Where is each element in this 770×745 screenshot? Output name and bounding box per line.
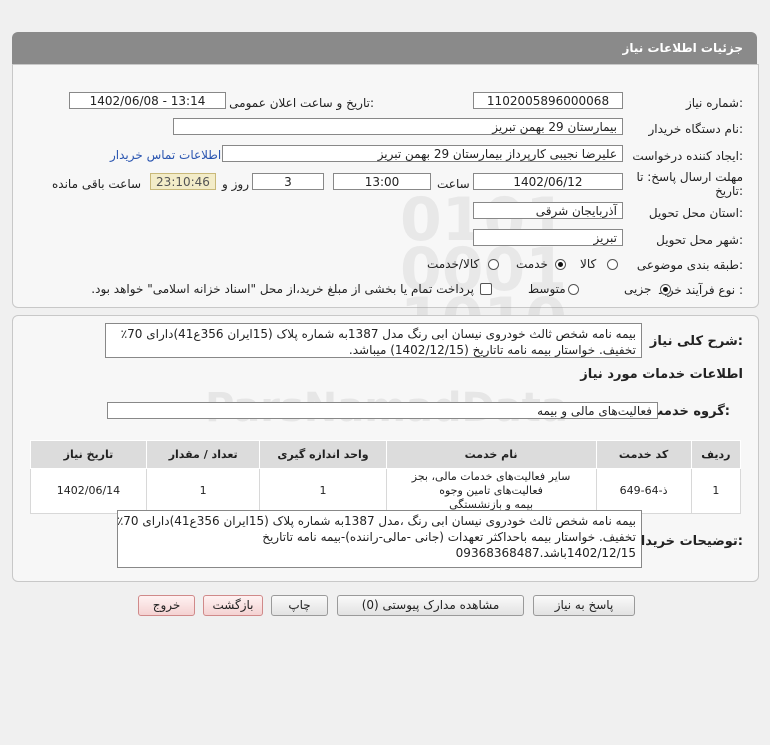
buyer-notes-line-2: تخفیف. خواستار بیمه باحداکثر تعهدات (جان… [262,530,636,544]
treasury-checkbox[interactable] [480,283,492,295]
remaining-timer: 23:10:46 [150,173,216,190]
table-header-row: ردیف کد خدمت نام خدمت واحد اندازه گیری ت… [30,440,742,469]
deadline-label-1: مهلت ارسال پاسخ: تا [636,170,743,184]
col-row: ردیف [690,440,742,469]
cell-row: 1 [690,468,742,514]
col-name: نام خدمت [385,440,597,469]
process-radio-minor[interactable] [660,284,671,295]
buyer-notes-line-1: بیمه نامه شخص ثالث خودروی نیسان ابی رنگ … [117,514,636,528]
deadline-date-field: 1402/06/12 [473,173,623,190]
col-qty: تعداد / مقدار [145,440,261,469]
province-label: استان محل تحویل: [648,206,743,220]
col-date: تاریخ نیاز [30,440,147,469]
summary-line-2: تخفیف. خواستار بیمه نامه تاتاریخ (1402/1… [348,343,636,357]
cell-name-line-1: سایر فعالیت‌های خدمات مالی، بجز فعالیت‌ه… [411,470,571,497]
process-option-medium: متوسط [528,282,566,296]
deadline-label-2: تاریخ: [715,184,743,198]
deadline-time-label: ساعت [437,177,470,191]
summary-label: شرح کلی نیاز: [649,334,743,349]
category-option-goods-service: کالا/خدمت [427,257,480,271]
treasury-note: پرداخت تمام یا بخشی از مبلغ خرید،از محل … [91,282,474,296]
process-radio-medium[interactable] [568,284,579,295]
buyer-notes-label: توضیحات خریدار: [633,534,743,549]
requester-label: ایجاد کننده درخواست: [632,149,743,163]
reply-button[interactable]: پاسخ به نیاز [533,595,635,616]
deadline-time-field: 13:00 [333,173,431,190]
table-row: 1 ذ-64-649 سایر فعالیت‌های خدمات مالی، ب… [30,468,742,514]
category-radio-goods-service[interactable] [488,259,499,270]
need-number-field: 1102005896000068 [473,92,623,109]
remaining-label: ساعت باقی مانده [52,177,142,191]
buyer-notes-text: بیمه نامه شخص ثالث خودروی نیسان ابی رنگ … [117,510,642,568]
announce-label: تاریخ و ساعت اعلان عمومی: [229,96,374,110]
service-group-label: گروه خدمت: [650,404,730,419]
print-button[interactable]: چاپ [271,595,328,616]
col-code: کد خدمت [595,440,692,469]
service-group-field: فعالیت‌های مالی و بیمه [107,402,658,419]
category-radio-service[interactable] [555,259,566,270]
need-number-label: شماره نیاز: [685,96,743,110]
cell-name: سایر فعالیت‌های خدمات مالی، بجز فعالیت‌ه… [385,468,597,514]
province-field: آذربایجان شرقی [473,202,623,219]
cell-qty: 1 [145,468,261,514]
city-label: شهر محل تحویل: [656,233,743,247]
category-option-service: خدمت [516,257,548,271]
days-field: 3 [252,173,324,190]
cell-code: ذ-64-649 [595,468,692,514]
col-unit: واحد اندازه گیری [259,440,387,469]
page-title: جزئیات اطلاعات نیاز [622,41,743,55]
services-title: اطلاعات خدمات مورد نیاز [580,367,743,382]
summary-text: بیمه نامه شخص ثالث خودروی نیسان ابی رنگ … [105,323,642,358]
cell-unit: 1 [259,468,387,514]
attachments-button[interactable]: مشاهده مدارک پیوستی (0) [337,595,524,616]
exit-button[interactable]: خروج [138,595,195,616]
category-radio-goods[interactable] [607,259,618,270]
requester-field: علیرضا نجیبی کارپرداز بیمارستان 29 بهمن … [222,145,623,162]
page-header: جزئیات اطلاعات نیاز [12,32,757,64]
announce-field: 1402/06/08 - 13:14 [69,92,226,109]
buyer-org-field: بیمارستان 29 بهمن تبریز [173,118,623,135]
buyer-notes-line-3: 1402/12/15باشد.09368368487 [455,546,636,560]
buyer-contact-link[interactable]: اطلاعات تماس خریدار [110,148,221,162]
days-label: روز و [222,177,249,191]
summary-line-1: بیمه نامه شخص ثالث خودروی نیسان ابی رنگ … [120,327,636,341]
category-option-goods: کالا [580,257,597,271]
category-label: طبقه بندی موضوعی: [636,258,743,272]
cell-date: 1402/06/14 [30,468,147,514]
process-option-minor: جزیی [624,282,652,296]
buyer-org-label: نام دستگاه خریدار: [648,122,744,136]
back-button[interactable]: بازگشت [203,595,263,616]
services-table: ردیف کد خدمت نام خدمت واحد اندازه گیری ت… [30,440,742,514]
city-field: تبریز [473,229,623,246]
